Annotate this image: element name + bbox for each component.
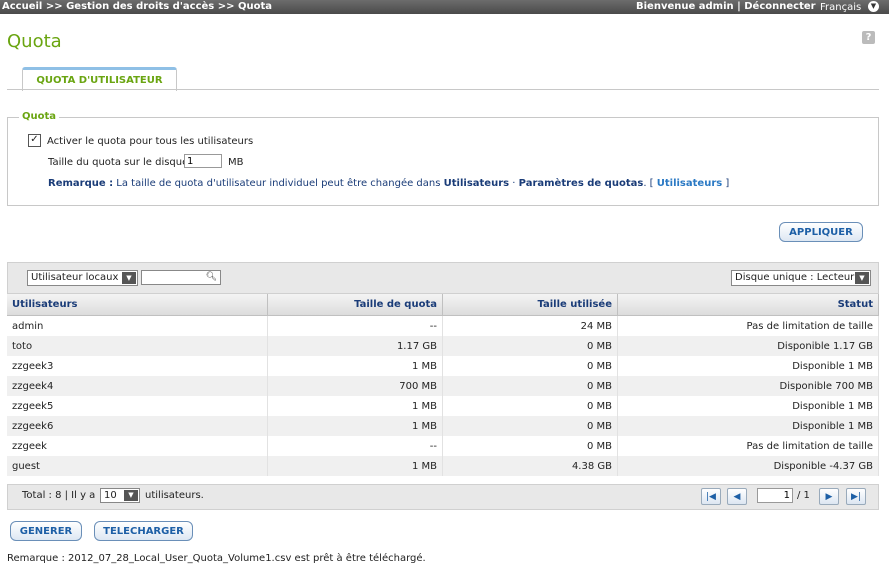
cell-quota: 1.17 GB [267,336,443,356]
quota-legend: Quota [19,111,60,122]
per-page-suffix: utilisateurs. [145,490,204,501]
next-page-icon[interactable]: ▶ [819,488,839,505]
search-input[interactable]: 🔍︎ [141,270,221,285]
cell-used: 0 MB [442,336,618,356]
table-header-row: Utilisateurs Taille de quota Taille util… [7,294,879,316]
note-mid: . [ [643,178,657,189]
page-title: Quota [7,31,62,52]
cell-used: 0 MB [442,396,618,416]
cell-status: Disponible 1 MB [617,356,879,376]
search-icon[interactable]: 🔍︎ [206,272,217,282]
cell-quota: 1 MB [267,396,443,416]
chevron-down-icon[interactable]: ▼ [855,272,869,284]
cell-quota: 1 MB [267,356,443,376]
prev-page-icon[interactable]: ◀ [727,488,747,505]
cell-quota: 1 MB [267,416,443,436]
cell-quota: 1 MB [267,456,443,476]
cell-used: 4.38 GB [442,456,618,476]
user-type-select[interactable]: Utilisateur locaux ▼ [27,270,138,286]
cell-used: 0 MB [442,436,618,456]
first-page-icon[interactable]: |◀ [701,488,721,505]
note-prefix: Remarque : [48,178,114,189]
col-status[interactable]: Statut [617,294,879,316]
last-page-icon[interactable]: ▶| [846,488,866,505]
tab-user-quota[interactable]: QUOTA D'UTILISATEUR [22,67,177,91]
cell-status: Disponible 700 MB [617,376,879,396]
help-icon[interactable]: ? [862,31,875,44]
table-row[interactable]: toto 1.17 GB 0 MB Disponible 1.17 GB [7,336,879,356]
cell-status: Disponible 1 MB [617,416,879,436]
cell-user: admin [7,315,268,336]
page-count: / 1 [797,490,810,501]
per-page-select[interactable]: 10 ▼ [100,488,140,503]
enable-quota-checkbox[interactable]: ✓ [28,134,41,147]
disk-value: Disque unique : Lecteur 1 [735,272,864,283]
col-used-size[interactable]: Taille utilisée [442,294,618,316]
cell-status: Disponible 1 MB [617,396,879,416]
cell-quota: -- [267,436,443,456]
cell-status: Pas de limitation de taille [617,315,879,336]
cell-status: Pas de limitation de taille [617,436,879,456]
chevron-down-icon[interactable]: ▼ [868,1,879,12]
disk-select[interactable]: Disque unique : Lecteur 1 ▼ [731,270,871,286]
user-type-value: Utilisateur locaux [31,272,119,283]
note-users-link: Utilisateurs [443,178,510,189]
quota-size-input[interactable] [184,154,222,168]
apply-button[interactable]: APPLIQUER [779,222,863,242]
generate-button[interactable]: GENERER [10,521,82,541]
cell-user: zzgeek5 [7,396,268,416]
enable-quota-label: Activer le quota pour tous les utilisate… [47,136,254,147]
welcome-logout-link[interactable]: Bienvenue admin | Déconnecter [636,0,816,14]
table-row[interactable]: zzgeek -- 0 MB Pas de limitation de taille [7,436,879,456]
cell-used: 0 MB [442,416,618,436]
note-text: La taille de quota d'utilisateur individ… [113,178,444,189]
users-link[interactable]: Utilisateurs [657,178,722,189]
table-row[interactable]: zzgeek6 1 MB 0 MB Disponible 1 MB [7,416,879,436]
cell-user: zzgeek6 [7,416,268,436]
page-number-input[interactable] [757,488,793,503]
per-page-value: 10 [104,490,117,501]
cell-status: Disponible 1.17 GB [617,336,879,356]
note-separator: · [509,178,519,189]
table-row[interactable]: guest 1 MB 4.38 GB Disponible -4.37 GB [7,456,879,476]
quota-size-unit: MB [228,157,244,168]
table-row[interactable]: zzgeek4 700 MB 0 MB Disponible 700 MB [7,376,879,396]
quota-size-label: Taille du quota sur le disque [48,157,189,168]
cell-used: 0 MB [442,356,618,376]
cell-status: Disponible -4.37 GB [617,456,879,476]
cell-user: zzgeek4 [7,376,268,396]
note-end: ] [722,178,730,189]
chevron-down-icon[interactable]: ▼ [122,272,136,284]
cell-user: zzgeek [7,436,268,456]
download-button[interactable]: TELECHARGER [94,521,193,541]
cell-user: guest [7,456,268,476]
cell-used: 0 MB [442,376,618,396]
cell-used: 24 MB [442,315,618,336]
cell-quota: -- [267,315,443,336]
download-remark: Remarque : 2012_07_28_Local_User_Quota_V… [7,553,426,564]
table-row[interactable]: admin -- 24 MB Pas de limitation de taille [7,315,879,336]
cell-user: zzgeek3 [7,356,268,376]
note-quota-settings: Paramètres de quotas [518,178,644,189]
col-users[interactable]: Utilisateurs [7,294,268,316]
cell-user: toto [7,336,268,356]
tab-divider [7,89,879,90]
table-row[interactable]: zzgeek5 1 MB 0 MB Disponible 1 MB [7,396,879,416]
table-row[interactable]: zzgeek3 1 MB 0 MB Disponible 1 MB [7,356,879,376]
total-label: Total : 8 | Il y a [22,490,96,501]
breadcrumb: Accueil >> Gestion des droits d'accès >>… [2,1,272,12]
chevron-down-icon[interactable]: ▼ [124,490,138,501]
language-select[interactable]: Français [820,1,861,15]
quota-table: Utilisateurs Taille de quota Taille util… [7,294,879,476]
col-quota-size[interactable]: Taille de quota [267,294,443,316]
top-bar: Accueil >> Gestion des droits d'accès >>… [0,0,889,14]
quota-note: Remarque : La taille de quota d'utilisat… [48,178,729,189]
cell-quota: 700 MB [267,376,443,396]
